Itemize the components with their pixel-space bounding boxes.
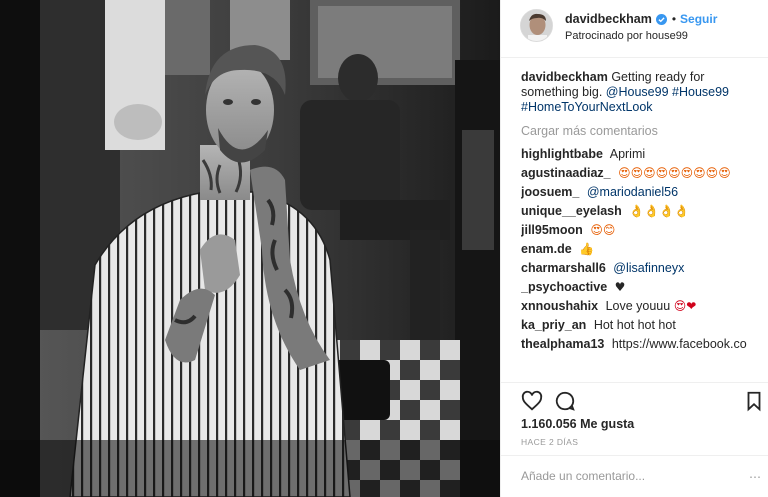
caption-mention-house99[interactable]: @House99 — [606, 85, 669, 99]
comment-emoji: 😍❤ — [673, 299, 697, 313]
follow-button[interactable]: Seguir — [680, 12, 717, 26]
heart-outline-icon[interactable] — [521, 390, 543, 412]
avatar[interactable] — [520, 9, 553, 42]
instagram-post: davidbeckham • Seguir Patrocinado por ho… — [0, 0, 768, 497]
comment-username[interactable]: jill95moon — [521, 223, 583, 237]
comment-username[interactable]: charmarshall6 — [521, 261, 606, 275]
comment-text: Love youuu — [605, 299, 671, 313]
comment-text: 😍😍😍😍😍😍😍😍😍 — [618, 166, 731, 180]
comment-username[interactable]: agustinaadiaz_ — [521, 166, 611, 180]
bookmark-icon[interactable] — [743, 390, 765, 412]
comment-username[interactable]: highlightbabe — [521, 147, 603, 161]
comment-item: agustinaadiaz_ 😍😍😍😍😍😍😍😍😍 — [521, 166, 761, 181]
comment-item: xnnoushahix Love youuu 😍❤ — [521, 299, 761, 314]
barbershop-photo-illustration — [0, 0, 500, 497]
comments-section: davidbeckham Getting ready for something… — [521, 70, 761, 356]
comment-mention[interactable]: @mariodaniel56 — [587, 185, 678, 199]
comment-bubble-icon[interactable] — [554, 390, 576, 412]
comment-text: 👌👌👌👌 — [629, 204, 689, 218]
separator-dot: • — [671, 12, 677, 26]
comment-text: Hot hot hot hot — [593, 318, 676, 332]
post-timestamp[interactable]: HACE 2 DÍAS — [521, 437, 578, 447]
comment-link[interactable]: https://www.facebook.co — [612, 337, 747, 351]
comment-text: 👍 — [579, 242, 595, 256]
post-side-panel: davidbeckham • Seguir Patrocinado por ho… — [500, 0, 768, 497]
load-more-comments[interactable]: Cargar más comentarios — [521, 124, 761, 138]
post-actions — [501, 382, 768, 416]
comment-item: thealphama13 https://www.facebook.co — [521, 337, 761, 352]
comment-item: jill95moon 😍😊 — [521, 223, 761, 238]
comment-username[interactable]: unique__eyelash — [521, 204, 622, 218]
verified-badge-icon — [655, 13, 667, 25]
comment-text: 😍😊 — [590, 223, 616, 237]
more-options-icon[interactable]: ⋯ — [749, 470, 761, 484]
comment-mention[interactable]: @lisafinneyx — [613, 261, 684, 275]
caption-hashtag-house99[interactable]: #House99 — [672, 85, 729, 99]
comment-item: highlightbabe Aprimi — [521, 147, 761, 162]
comment-username[interactable]: _psychoactive — [521, 280, 607, 294]
comment-text: ♥ — [614, 280, 626, 294]
likes-count[interactable]: 1.160.056 Me gusta — [521, 417, 634, 431]
username-row: davidbeckham • Seguir — [565, 12, 717, 26]
comment-item: joosuem_ @mariodaniel56 — [521, 185, 761, 200]
add-comment-input[interactable] — [521, 466, 746, 486]
header-username[interactable]: davidbeckham — [565, 12, 652, 26]
comment-item: charmarshall6 @lisafinneyx — [521, 261, 761, 276]
caption-username[interactable]: davidbeckham — [521, 70, 608, 84]
comment-username[interactable]: enam.de — [521, 242, 572, 256]
caption-hashtag-hometoyournextlook[interactable]: #HomeToYourNextLook — [521, 100, 653, 114]
comment-username[interactable]: xnnoushahix — [521, 299, 598, 313]
post-photo[interactable] — [0, 0, 500, 497]
comment-item: _psychoactive ♥ — [521, 280, 761, 295]
post-header: davidbeckham • Seguir Patrocinado por ho… — [501, 0, 768, 58]
avatar-image — [521, 10, 552, 41]
comment-item: unique__eyelash 👌👌👌👌 — [521, 204, 761, 219]
comment-item: ka_priy_an Hot hot hot hot — [521, 318, 761, 333]
comment-item: enam.de 👍 — [521, 242, 761, 257]
comment-username[interactable]: joosuem_ — [521, 185, 579, 199]
sponsored-label[interactable]: Patrocinado por house99 — [565, 30, 688, 42]
comment-text: Aprimi — [609, 147, 646, 161]
comment-username[interactable]: thealphama13 — [521, 337, 604, 351]
add-comment-bar: ⋯ — [501, 455, 768, 497]
post-caption: davidbeckham Getting ready for something… — [521, 70, 761, 115]
comment-username[interactable]: ka_priy_an — [521, 318, 586, 332]
